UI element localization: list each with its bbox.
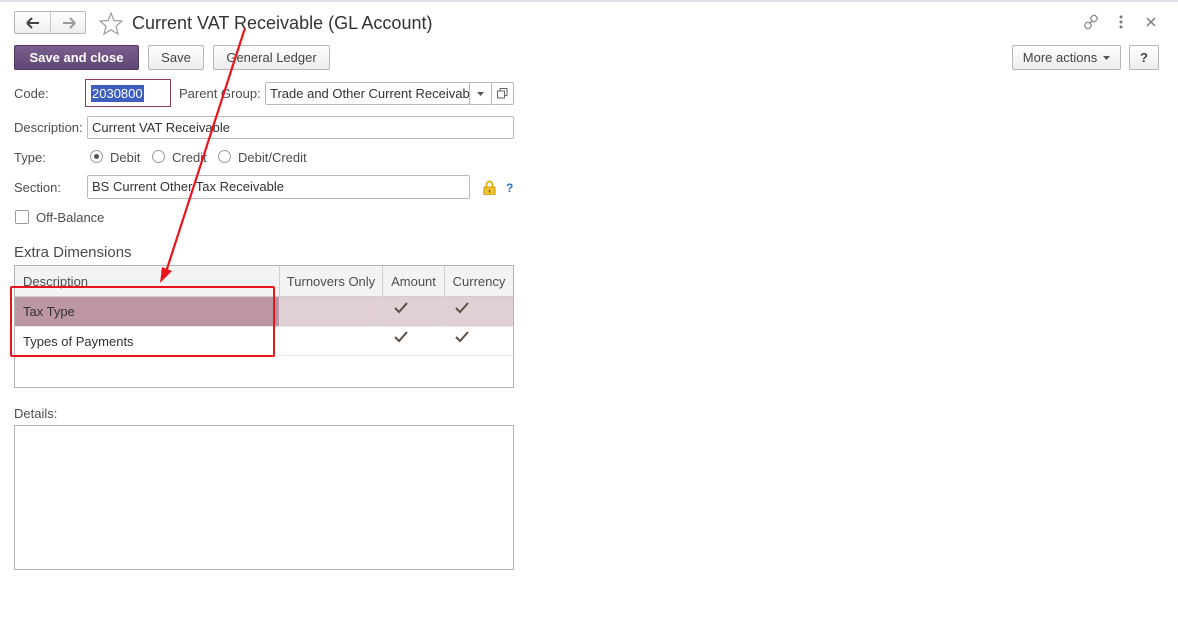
table-row-amount[interactable]	[383, 297, 445, 326]
type-debit-label[interactable]: Debit	[110, 150, 140, 165]
details-textarea[interactable]	[14, 425, 514, 570]
parent-group-open-button[interactable]	[491, 82, 514, 105]
code-label: Code:	[14, 86, 49, 101]
section-label: Section:	[14, 180, 61, 195]
table-row-turnovers-only[interactable]	[280, 327, 383, 356]
caret-down-icon	[477, 91, 484, 96]
close-icon[interactable]	[1143, 14, 1159, 30]
table-row-currency[interactable]	[445, 297, 513, 326]
annotation-highlight-box	[10, 286, 275, 357]
details-label: Details:	[14, 406, 58, 421]
column-header-amount[interactable]: Amount	[383, 266, 445, 297]
type-debit-radio[interactable]	[90, 150, 103, 163]
table-row-amount[interactable]	[383, 327, 445, 356]
window-top-border	[0, 0, 1178, 2]
checkmark-icon	[455, 302, 469, 314]
link-icon[interactable]	[1083, 14, 1099, 30]
lock-icon	[483, 180, 496, 195]
open-window-icon	[497, 88, 508, 99]
back-button[interactable]	[15, 12, 51, 33]
column-header-turnovers-only[interactable]: Turnovers Only	[280, 266, 383, 297]
caret-down-icon	[1103, 55, 1111, 60]
off-balance-label[interactable]: Off-Balance	[36, 210, 104, 225]
section-input[interactable]: BS Current Other Tax Receivable	[87, 175, 470, 199]
save-and-close-button[interactable]: Save and close	[14, 45, 139, 70]
forward-button[interactable]	[51, 12, 86, 33]
checkmark-icon	[394, 302, 408, 314]
help-button[interactable]: ?	[1129, 45, 1159, 70]
arrow-right-icon	[62, 16, 76, 29]
parent-group-dropdown-button[interactable]	[469, 82, 492, 105]
annotation-arrow-icon	[160, 27, 247, 283]
section-help-link[interactable]: ?	[506, 181, 513, 195]
checkmark-icon	[394, 331, 408, 343]
checkmark-icon	[455, 331, 469, 343]
column-header-currency[interactable]: Currency	[445, 266, 513, 297]
type-label: Type:	[14, 150, 46, 165]
navigation-buttons	[14, 11, 86, 34]
more-actions-button[interactable]: More actions	[1012, 45, 1121, 70]
extra-dimensions-title: Extra Dimensions	[14, 244, 132, 261]
favorite-star-icon[interactable]	[99, 12, 123, 35]
more-actions-label: More actions	[1022, 50, 1098, 65]
parent-group-input[interactable]: Trade and Other Current Receivabl	[265, 82, 470, 105]
off-balance-checkbox[interactable]	[15, 210, 29, 224]
table-row-currency[interactable]	[445, 327, 513, 356]
code-value: 2030800	[91, 85, 144, 102]
table-row-turnovers-only[interactable]	[280, 297, 383, 326]
description-label: Description:	[14, 120, 83, 135]
arrow-left-icon	[25, 16, 39, 29]
more-menu-icon[interactable]	[1113, 14, 1129, 30]
